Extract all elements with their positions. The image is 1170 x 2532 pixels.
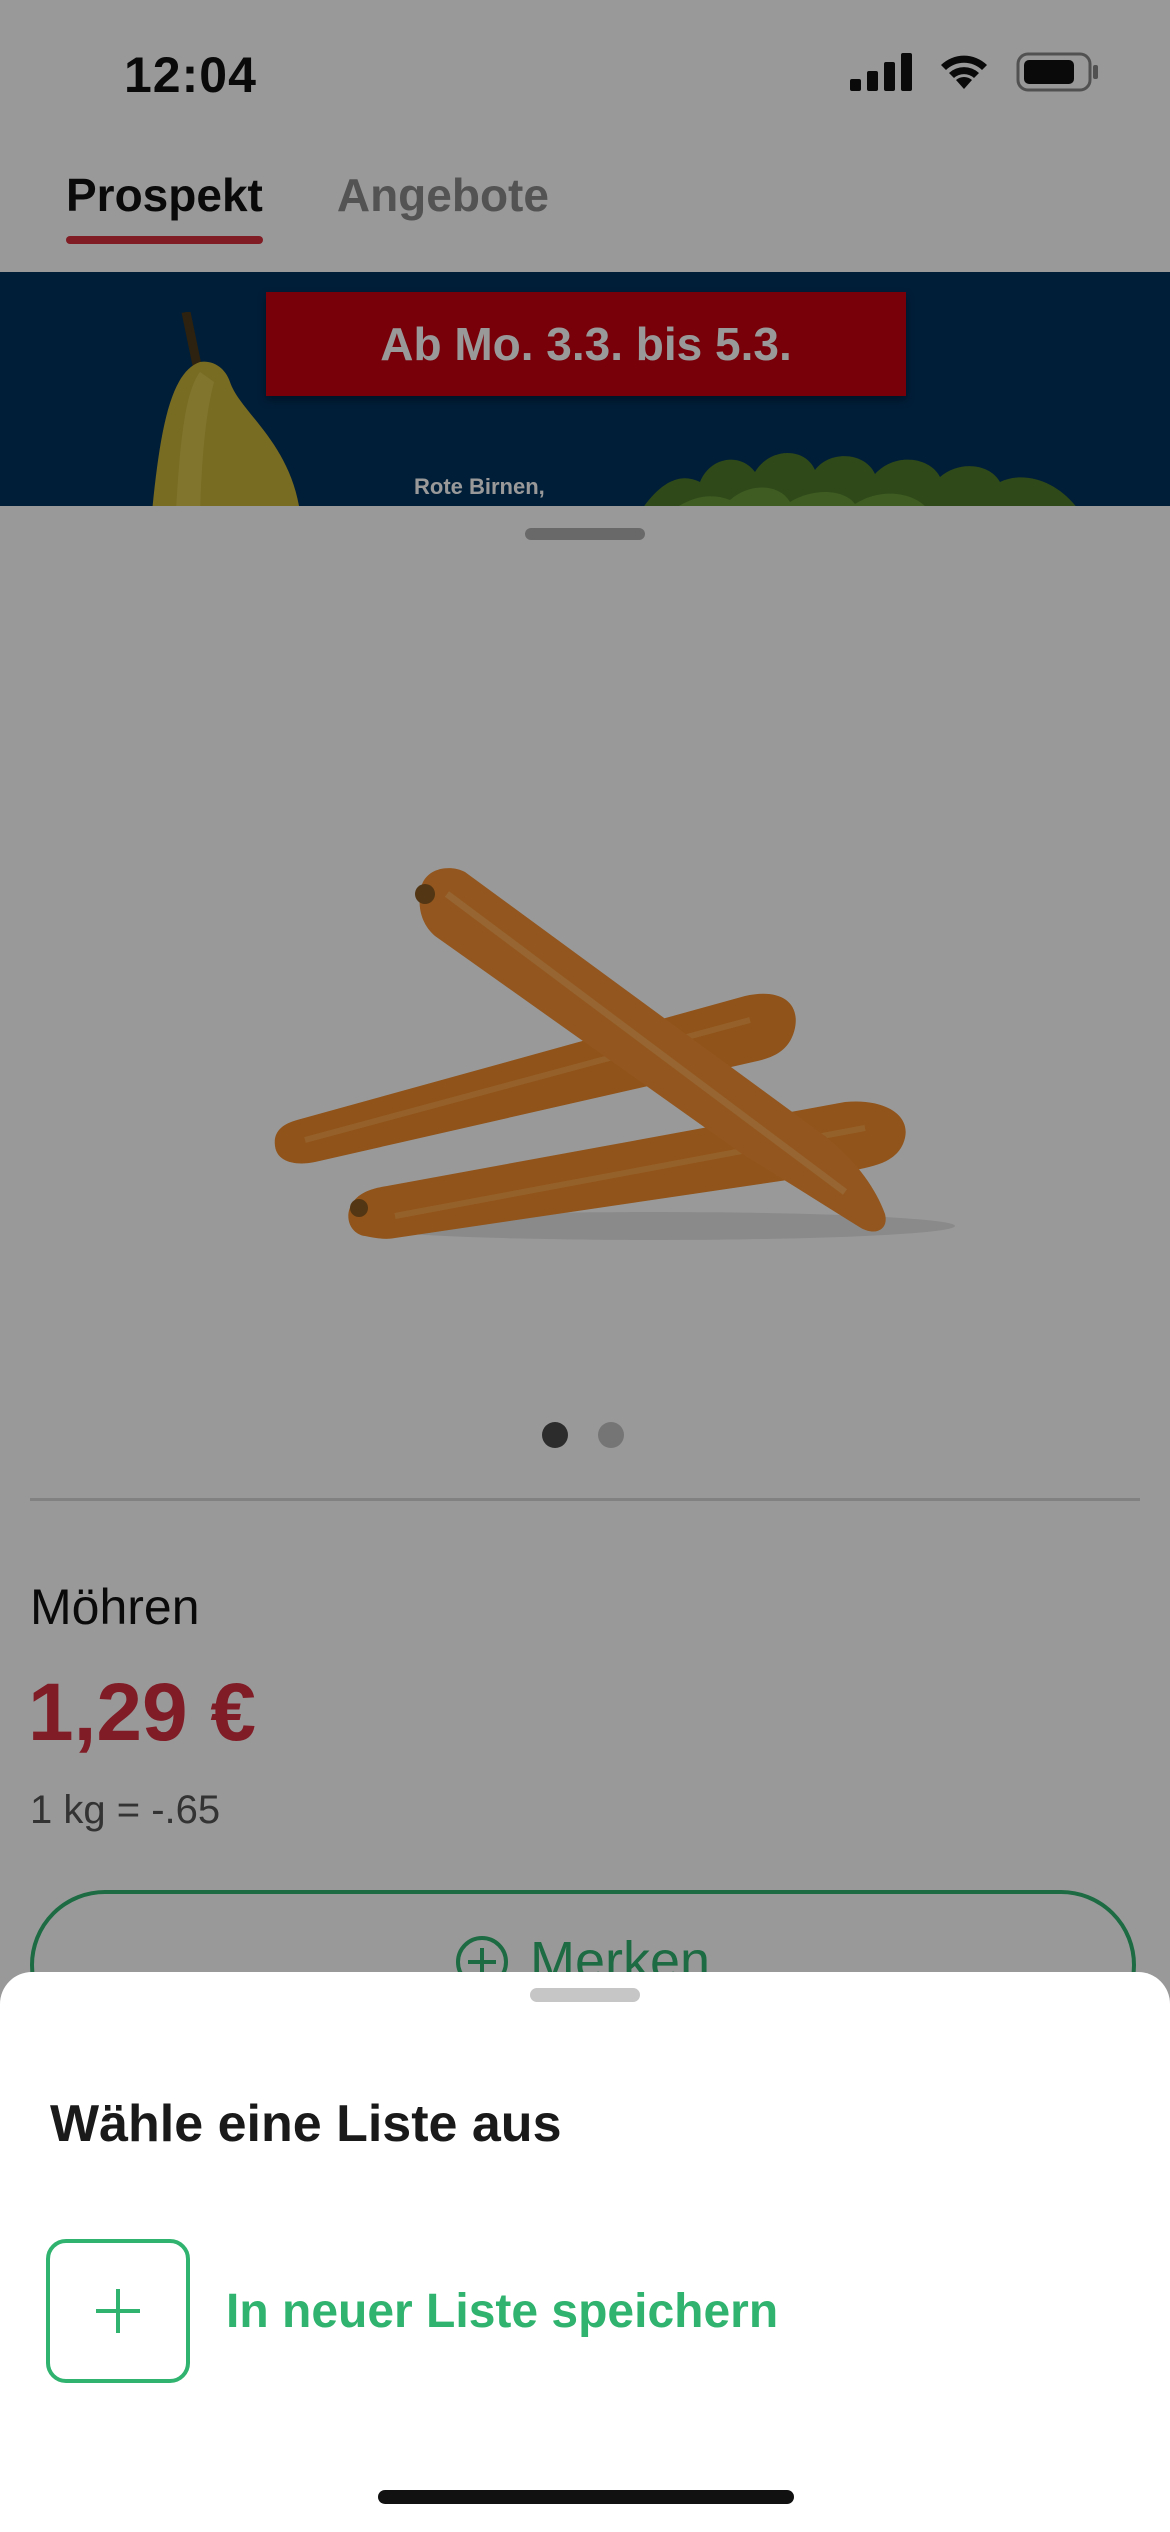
list-picker-sheet: Wähle eine Liste aus In neuer Liste spei… (0, 1972, 1170, 2532)
home-indicator[interactable] (378, 2490, 794, 2504)
app-screen: 12:04 Prospekt Angebote Ab Mo. 3.3. bis … (0, 0, 1170, 2532)
list-picker-title: Wähle eine Liste aus (50, 2095, 562, 2153)
save-to-new-list-button[interactable]: In neuer Liste speichern (46, 2236, 1126, 2386)
save-to-new-list-label: In neuer Liste speichern (226, 2284, 779, 2338)
plus-icon (46, 2239, 190, 2383)
bottom-sheet-drag-handle[interactable] (530, 1988, 640, 2002)
